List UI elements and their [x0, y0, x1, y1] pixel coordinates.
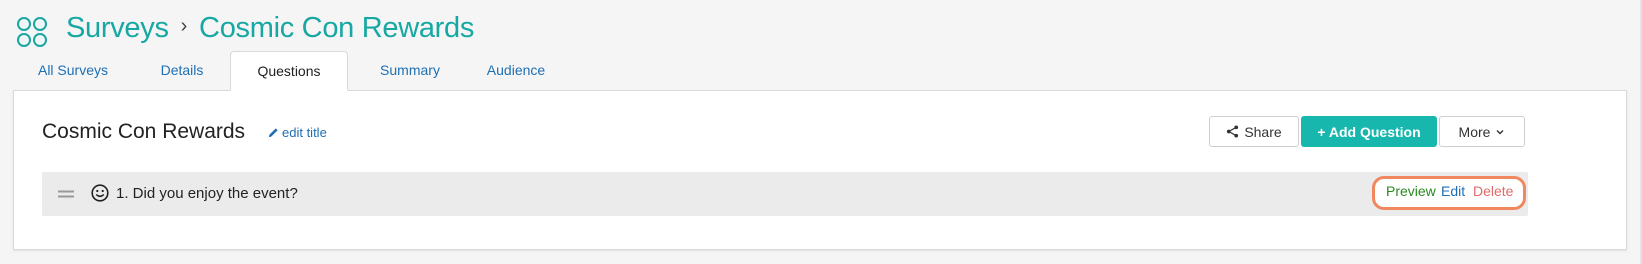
edit-link[interactable]: Edit — [1441, 183, 1465, 199]
questions-panel: Cosmic Con Rewards edit title Share + Ad… — [13, 90, 1627, 250]
breadcrumb: Surveys › Cosmic Con Rewards — [66, 12, 474, 45]
apps-grid-icon[interactable] — [16, 16, 48, 48]
chevron-down-icon — [1496, 129, 1504, 134]
tab-summary[interactable]: Summary — [354, 51, 466, 91]
breadcrumb-root-link[interactable]: Surveys — [66, 12, 169, 45]
question-row: 1. Did you enjoy the event? Preview Edit… — [42, 172, 1528, 216]
add-question-button[interactable]: + Add Question — [1301, 116, 1437, 147]
smiley-icon — [91, 184, 109, 202]
more-button-label: More — [1458, 123, 1491, 140]
share-button-label: Share — [1244, 123, 1282, 140]
tab-questions[interactable]: Questions — [230, 51, 348, 91]
add-question-label: + Add Question — [1317, 123, 1421, 140]
drag-handle-icon[interactable] — [58, 190, 74, 198]
share-icon — [1227, 125, 1239, 138]
tab-audience[interactable]: Audience — [468, 51, 564, 91]
edit-title-label: edit title — [282, 125, 327, 140]
edit-title-link[interactable]: edit title — [268, 125, 327, 140]
delete-link[interactable]: Delete — [1473, 183, 1513, 199]
more-button[interactable]: More — [1439, 116, 1525, 147]
tab-bar: All Surveys Details Questions Summary Au… — [14, 51, 1628, 91]
breadcrumb-current: Cosmic Con Rewards — [199, 12, 475, 44]
survey-title: Cosmic Con Rewards — [42, 120, 246, 143]
share-button[interactable]: Share — [1209, 116, 1299, 147]
question-text[interactable]: 1. Did you enjoy the event? — [116, 185, 298, 202]
chevron-right-icon: › — [180, 15, 188, 37]
preview-link[interactable]: Preview — [1386, 183, 1436, 199]
tab-details[interactable]: Details — [134, 51, 230, 91]
tab-all-surveys[interactable]: All Surveys — [14, 51, 132, 91]
pencil-icon — [268, 128, 278, 138]
